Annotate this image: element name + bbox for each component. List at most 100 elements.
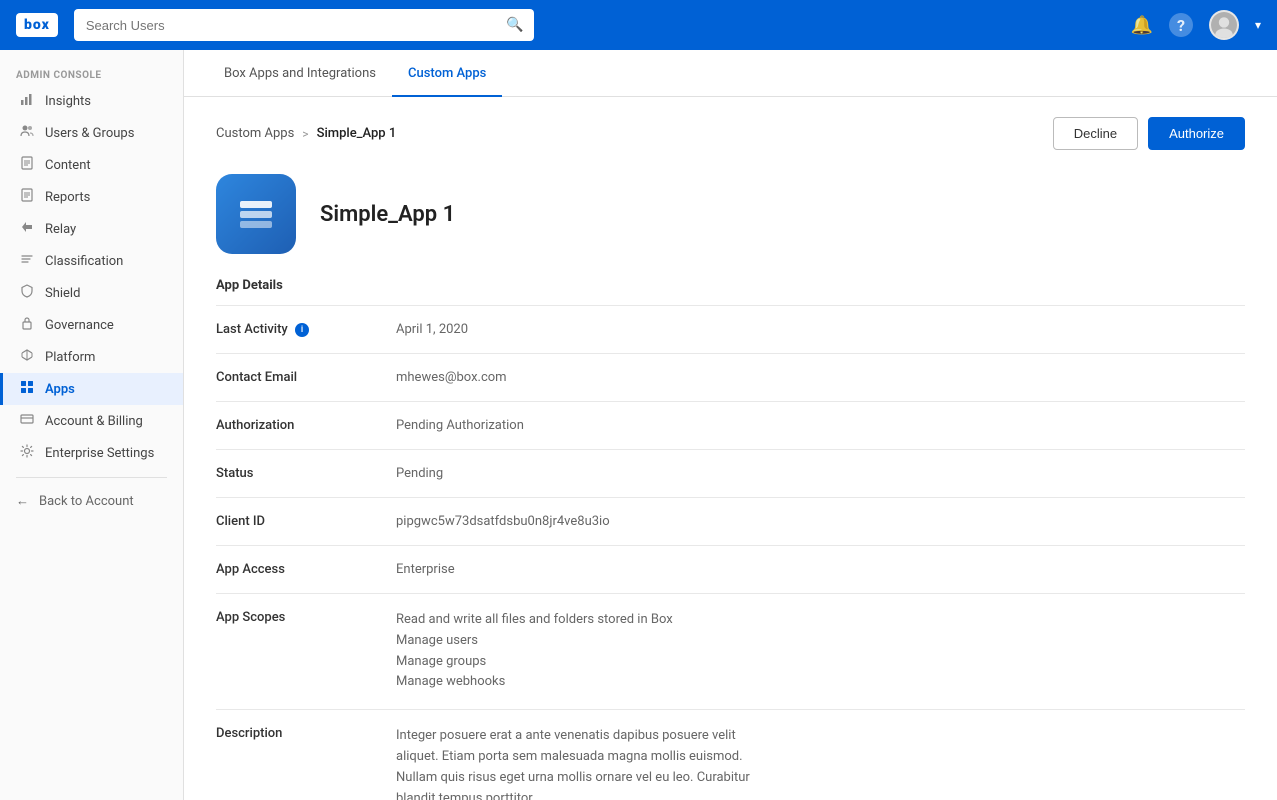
description-value: Integer posuere erat a ante venenatis da… bbox=[396, 710, 1245, 800]
main-layout: ADMIN CONSOLE Insights Users & Groups Co… bbox=[0, 50, 1277, 800]
breadcrumb-current: Simple_App 1 bbox=[317, 126, 397, 141]
action-buttons: Decline Authorize bbox=[1053, 117, 1245, 150]
contact-email-label: Contact Email bbox=[216, 354, 396, 402]
client-id-label: Client ID bbox=[216, 498, 396, 546]
sidebar-item-relay[interactable]: Relay bbox=[0, 213, 183, 245]
classification-label: Classification bbox=[45, 254, 123, 269]
authorization-label: Authorization bbox=[216, 402, 396, 450]
app-access-label: App Access bbox=[216, 546, 396, 594]
breadcrumb-parent[interactable]: Custom Apps bbox=[216, 126, 294, 141]
app-icon-layer-2 bbox=[240, 211, 272, 218]
detail-row-app-access: App Access Enterprise bbox=[216, 546, 1245, 594]
content-icon bbox=[19, 156, 35, 174]
decline-button[interactable]: Decline bbox=[1053, 117, 1138, 150]
status-value: Pending bbox=[396, 450, 1245, 498]
detail-row-status: Status Pending bbox=[216, 450, 1245, 498]
app-icon-layer-3 bbox=[240, 221, 272, 228]
app-icon bbox=[216, 174, 296, 254]
top-navigation: box 🔍 🔔 ? ▾ bbox=[0, 0, 1277, 50]
apps-icon bbox=[19, 380, 35, 398]
tabs-bar: Box Apps and Integrations Custom Apps bbox=[184, 50, 1277, 97]
sidebar-item-classification[interactable]: Classification bbox=[0, 245, 183, 277]
app-header: Simple_App 1 bbox=[216, 174, 1245, 254]
relay-icon bbox=[19, 220, 35, 238]
platform-icon bbox=[19, 348, 35, 366]
app-access-value: Enterprise bbox=[396, 546, 1245, 594]
insights-icon bbox=[19, 92, 35, 110]
sidebar-item-enterprise-settings[interactable]: Enterprise Settings bbox=[0, 437, 183, 469]
tab-custom-apps[interactable]: Custom Apps bbox=[392, 50, 502, 97]
scope-item: Read and write all files and folders sto… bbox=[396, 610, 1245, 631]
breadcrumb: Custom Apps > Simple_App 1 bbox=[216, 126, 396, 141]
account-billing-label: Account & Billing bbox=[45, 414, 143, 429]
sidebar-item-reports[interactable]: Reports bbox=[0, 181, 183, 213]
users-groups-icon bbox=[19, 124, 35, 142]
last-activity-label: Last Activity i bbox=[216, 306, 396, 354]
sidebar-item-users-groups[interactable]: Users & Groups bbox=[0, 117, 183, 149]
content-area: Box Apps and Integrations Custom Apps Cu… bbox=[184, 50, 1277, 800]
detail-row-description: Description Integer posuere erat a ante … bbox=[216, 710, 1245, 800]
admin-console-label: ADMIN CONSOLE bbox=[0, 62, 183, 85]
detail-row-contact-email: Contact Email mhewes@box.com bbox=[216, 354, 1245, 402]
back-icon: ← bbox=[16, 493, 29, 509]
detail-row-last-activity: Last Activity i April 1, 2020 bbox=[216, 306, 1245, 354]
insights-label: Insights bbox=[45, 94, 91, 109]
app-icon-layers bbox=[240, 201, 272, 228]
apps-label: Apps bbox=[45, 382, 75, 397]
app-title: Simple_App 1 bbox=[320, 202, 455, 227]
search-icon: 🔍 bbox=[506, 17, 523, 33]
enterprise-settings-icon bbox=[19, 444, 35, 462]
scope-item: Manage groups bbox=[396, 652, 1245, 673]
relay-label: Relay bbox=[45, 222, 76, 237]
scope-item: Manage users bbox=[396, 631, 1245, 652]
reports-icon bbox=[19, 188, 35, 206]
scope-item: Manage webhooks bbox=[396, 672, 1245, 693]
account-billing-icon bbox=[19, 412, 35, 430]
sidebar-item-shield[interactable]: Shield bbox=[0, 277, 183, 309]
app-icon-layer-1 bbox=[240, 201, 272, 208]
governance-label: Governance bbox=[45, 318, 114, 333]
sidebar-item-account-billing[interactable]: Account & Billing bbox=[0, 405, 183, 437]
app-details-heading: App Details bbox=[216, 278, 1245, 306]
app-scopes-value: Read and write all files and folders sto… bbox=[396, 594, 1245, 710]
users-groups-label: Users & Groups bbox=[45, 126, 134, 141]
page-content: Custom Apps > Simple_App 1 Decline Autho… bbox=[184, 97, 1277, 800]
authorization-value: Pending Authorization bbox=[396, 402, 1245, 450]
tab-box-apps[interactable]: Box Apps and Integrations bbox=[208, 50, 392, 97]
help-icon[interactable]: ? bbox=[1169, 13, 1193, 37]
sidebar-item-apps[interactable]: Apps bbox=[0, 373, 183, 405]
search-bar-container: 🔍 bbox=[74, 9, 534, 41]
back-to-account-label: Back to Account bbox=[39, 494, 134, 509]
description-label: Description bbox=[216, 710, 396, 800]
classification-icon bbox=[19, 252, 35, 270]
content-label: Content bbox=[45, 158, 91, 173]
app-scopes-label: App Scopes bbox=[216, 594, 396, 710]
description-text: Integer posuere erat a ante venenatis da… bbox=[396, 726, 776, 800]
avatar-chevron[interactable]: ▾ bbox=[1255, 18, 1261, 32]
back-to-account-button[interactable]: ← Back to Account bbox=[0, 486, 183, 516]
sidebar-item-platform[interactable]: Platform bbox=[0, 341, 183, 373]
contact-email-value: mhewes@box.com bbox=[396, 354, 1245, 402]
platform-label: Platform bbox=[45, 350, 95, 365]
client-id-value: pipgwc5w73dsatfdsbu0n8jr4ve8u3io bbox=[396, 498, 1245, 546]
breadcrumb-row: Custom Apps > Simple_App 1 Decline Autho… bbox=[216, 117, 1245, 150]
governance-icon bbox=[19, 316, 35, 334]
detail-row-app-scopes: App Scopes Read and write all files and … bbox=[216, 594, 1245, 710]
status-label: Status bbox=[216, 450, 396, 498]
box-logo: box bbox=[16, 13, 58, 37]
last-activity-value: April 1, 2020 bbox=[396, 306, 1245, 354]
sidebar-item-insights[interactable]: Insights bbox=[0, 85, 183, 117]
sidebar: ADMIN CONSOLE Insights Users & Groups Co… bbox=[0, 50, 184, 800]
authorize-button[interactable]: Authorize bbox=[1148, 117, 1245, 150]
search-input[interactable] bbox=[74, 9, 534, 41]
last-activity-info-icon[interactable]: i bbox=[295, 323, 309, 337]
detail-row-authorization: Authorization Pending Authorization bbox=[216, 402, 1245, 450]
reports-label: Reports bbox=[45, 190, 90, 205]
avatar[interactable] bbox=[1209, 10, 1239, 40]
detail-table: Last Activity i April 1, 2020 Contact Em… bbox=[216, 306, 1245, 800]
shield-icon bbox=[19, 284, 35, 302]
nav-right: 🔔 ? ▾ bbox=[1131, 10, 1261, 40]
sidebar-item-content[interactable]: Content bbox=[0, 149, 183, 181]
bell-icon[interactable]: 🔔 bbox=[1131, 15, 1153, 36]
sidebar-item-governance[interactable]: Governance bbox=[0, 309, 183, 341]
